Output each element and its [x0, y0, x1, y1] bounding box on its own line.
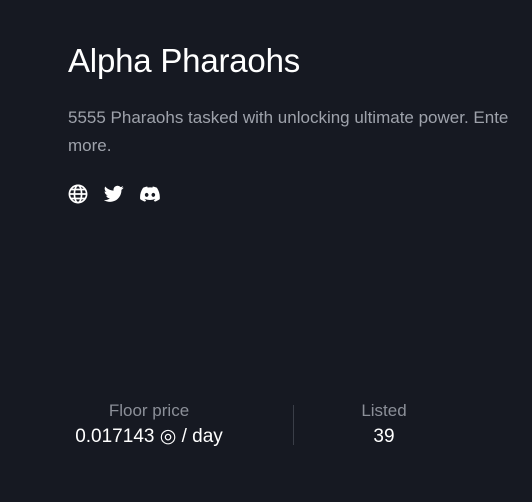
discord-icon[interactable] [140, 184, 160, 204]
listed-stat: Listed 39 [344, 400, 424, 450]
description-more-text: more. [68, 136, 112, 155]
floor-price-value: 0.017143 ◎ / day [75, 426, 223, 447]
social-links [68, 184, 160, 204]
globe-icon[interactable] [68, 184, 88, 204]
listed-label: Listed [361, 401, 407, 420]
collection-stats: Floor price 0.017143 ◎ / day Listed 39 [68, 400, 424, 450]
floor-price-label: Floor price [108, 401, 190, 420]
listed-value: 39 [373, 426, 395, 447]
collection-title: Alpha Pharaohs [68, 42, 301, 79]
description-text: 5555 Pharaohs tasked with unlocking ulti… [68, 108, 509, 127]
collection-header: Alpha Pharaohs 5555 Pharaohs tasked with… [68, 40, 532, 160]
floor-price-stat: Floor price 0.017143 ◎ / day [68, 400, 230, 450]
stats-divider [293, 405, 294, 445]
collection-description: 5555 Pharaohs tasked with unlocking ulti… [68, 104, 532, 160]
twitter-icon[interactable] [104, 184, 124, 204]
